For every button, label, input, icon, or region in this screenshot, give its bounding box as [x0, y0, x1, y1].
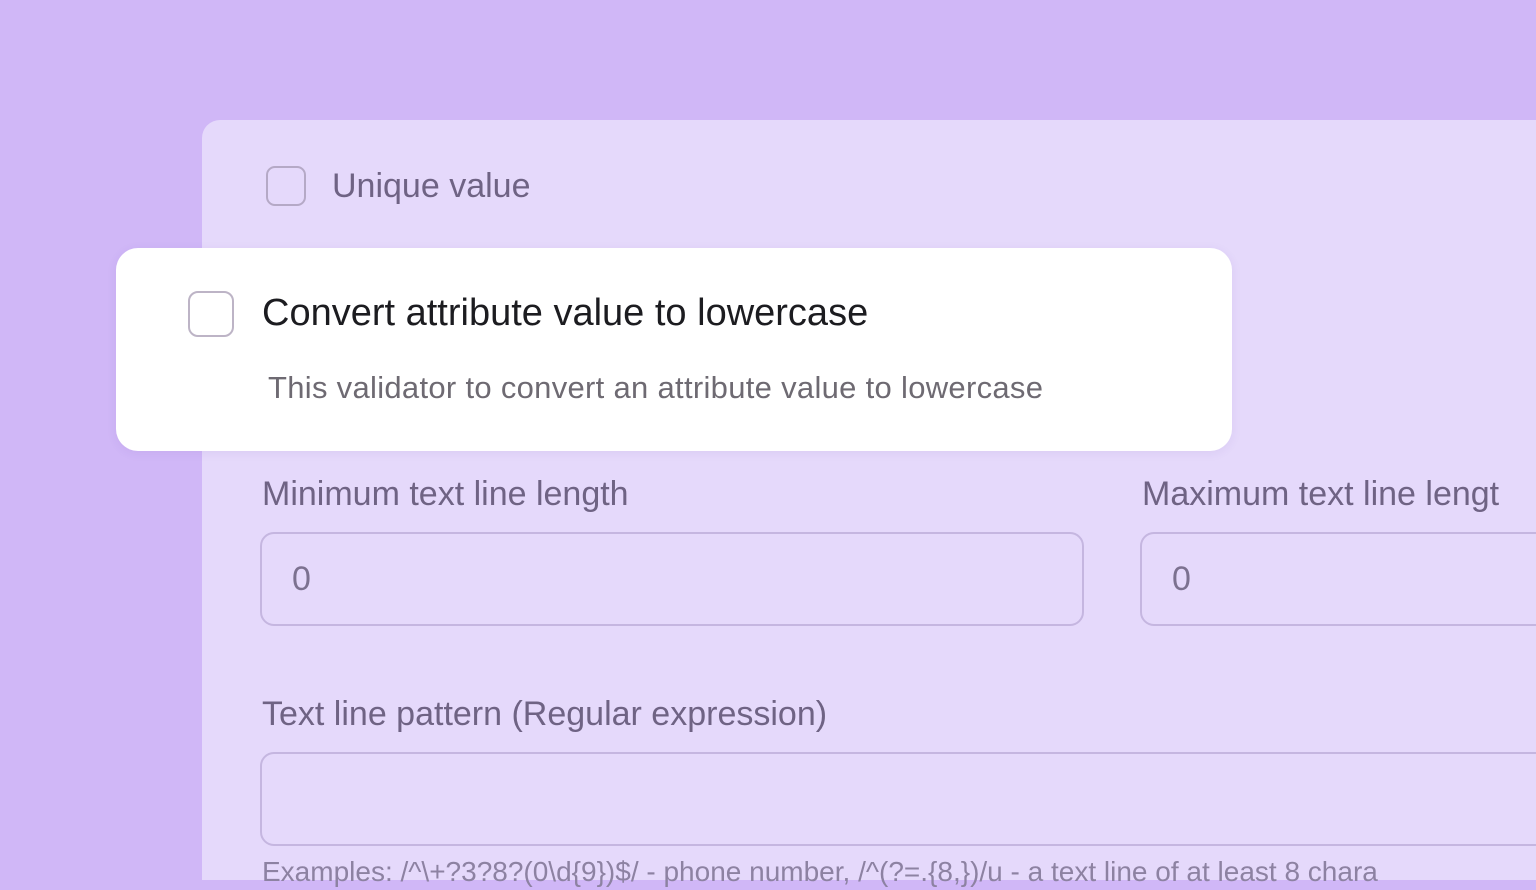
max-length-input[interactable]: 0	[1140, 532, 1536, 626]
pattern-label: Text line pattern (Regular expression)	[262, 695, 828, 733]
lowercase-label[interactable]: Convert attribute value to lowercase	[262, 288, 868, 338]
min-length-label: Minimum text line length	[262, 475, 629, 513]
lowercase-description: This validator to convert an attribute v…	[268, 370, 1044, 405]
min-length-value: 0	[292, 560, 311, 598]
max-length-value: 0	[1172, 560, 1191, 598]
min-length-input[interactable]: 0	[260, 532, 1084, 626]
lowercase-option-card	[116, 248, 1232, 451]
unique-value-checkbox[interactable]	[266, 166, 306, 206]
pattern-input[interactable]	[260, 752, 1536, 846]
unique-value-label[interactable]: Unique value	[332, 164, 530, 208]
pattern-hint: Examples: /^\+?3?8?(0\d{9})$/ - phone nu…	[262, 856, 1378, 887]
max-length-label: Maximum text line lengt	[1142, 475, 1500, 513]
lowercase-checkbox[interactable]	[188, 291, 234, 337]
